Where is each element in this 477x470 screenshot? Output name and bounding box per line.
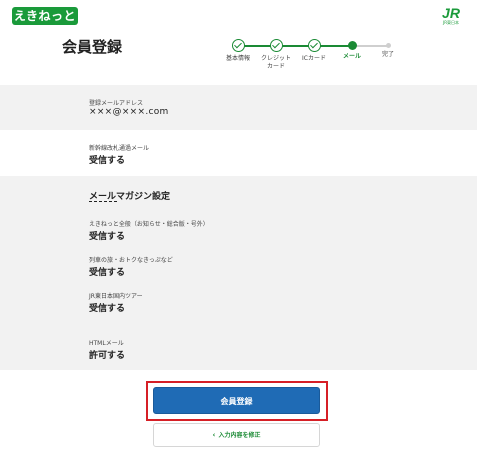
chevron-left-icon: ‹: [212, 431, 216, 439]
edit-input-label: 入力内容を修正: [218, 432, 261, 439]
step-complete: 完了: [368, 38, 408, 59]
ekinet-logo[interactable]: えきねっと: [12, 7, 78, 25]
step-basic-info: 基本情報: [218, 38, 258, 63]
step-ic-card: ICカード: [294, 38, 334, 63]
magazine-item-label: えきねっと全般（お知らせ・総合版・号外）: [89, 221, 209, 228]
progress-stepper: 基本情報 クレジット カード ICカード メール 完了: [212, 38, 412, 70]
check-icon: [307, 39, 321, 52]
mail-magazine-section: [0, 176, 477, 370]
title-underline: [89, 201, 117, 203]
magazine-item-value: 受信する: [89, 268, 126, 278]
shinkansen-mail-value: 受信する: [89, 156, 126, 166]
step-label: 完了: [381, 51, 394, 58]
magazine-item-label: JR東日本国内ツアー: [89, 293, 143, 300]
step-label-line2: カード: [266, 63, 285, 70]
step-credit-card: クレジット カード: [256, 38, 296, 71]
magazine-item-label: HTMLメール: [89, 340, 124, 347]
email-value: ×××@×××.com: [89, 107, 169, 117]
jr-east-logo: JR JR東日本: [439, 6, 463, 28]
step-label: ICカード: [302, 55, 326, 62]
magazine-item-label: 列車の旅・おトクなきっぷなど: [89, 257, 173, 264]
magazine-item-value: 受信する: [89, 304, 126, 314]
email-label: 登録メールアドレス: [89, 100, 144, 107]
jr-mark: JR: [442, 5, 460, 21]
page-title: 会員登録: [62, 38, 123, 56]
step-label: 基本情報: [225, 55, 250, 62]
step-label: クレジット カード: [256, 55, 296, 71]
step-label: メール: [342, 53, 361, 60]
register-button[interactable]: 会員登録: [153, 387, 320, 414]
check-icon: [231, 39, 245, 52]
current-step-dot: [347, 41, 357, 50]
magazine-item-value: 許可する: [89, 351, 126, 361]
email-section: [0, 85, 477, 130]
check-icon: [269, 39, 283, 52]
step-mail: メール: [332, 38, 372, 61]
edit-input-button[interactable]: ‹ 入力内容を修正: [153, 423, 320, 447]
step-label-line1: クレジット: [260, 55, 291, 62]
magazine-item-value: 受信する: [89, 232, 126, 242]
shinkansen-mail-label: 新幹線改札通過メール: [89, 145, 150, 152]
pending-step-dot: [385, 43, 391, 48]
